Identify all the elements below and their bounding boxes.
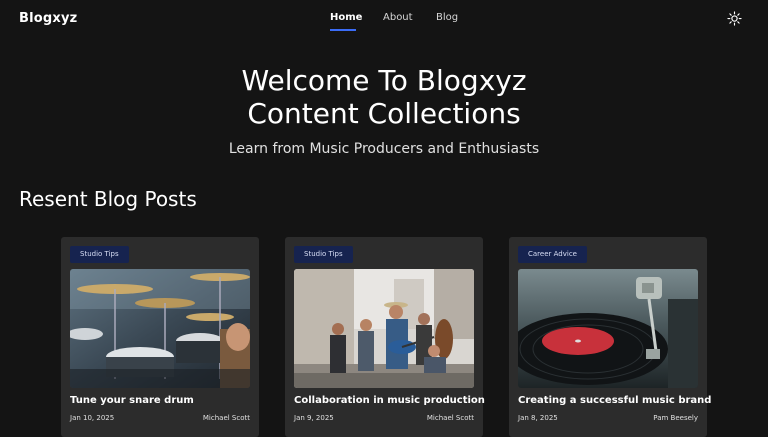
post-author: Pam Beesely [653, 414, 698, 422]
hero-subtitle: Learn from Music Producers and Enthusias… [228, 141, 540, 157]
post-date: Jan 10, 2025 [70, 414, 115, 422]
nav-blog-link[interactable]: Blog [436, 12, 458, 23]
category-badge[interactable]: Career Advice [518, 246, 587, 263]
nav-home-link[interactable]: Home [330, 12, 362, 23]
nav-links: Home About Blog [0, 12, 768, 32]
post-image-drum-kit[interactable] [70, 269, 250, 388]
post-title[interactable]: Collaboration in music production [294, 395, 485, 406]
hero-title: Welcome To Blogxyz Content Collections [0, 64, 768, 130]
post-date: Jan 9, 2025 [294, 414, 334, 422]
blog-post-card[interactable]: Studio Tips [285, 237, 485, 437]
nav-about-link[interactable]: About [383, 12, 413, 23]
post-author: Michael Scott [426, 414, 474, 422]
post-title[interactable]: Creating a successful music brand [518, 395, 711, 406]
post-image-street-band[interactable] [294, 269, 474, 388]
top-navbar: Blogxyz Home About Blog [0, 0, 768, 40]
hero-title-line-1: Welcome To Blogxyz [241, 64, 527, 97]
post-image-vinyl-record[interactable] [518, 269, 698, 388]
active-nav-indicator [330, 29, 356, 31]
blog-post-card[interactable]: Career Advice Creating a successful musi [509, 237, 711, 437]
section-title: Resent Blog Posts [19, 187, 197, 211]
blog-post-card[interactable]: Studio Tips [61, 237, 259, 437]
post-excerpt [518, 431, 698, 437]
category-badge[interactable]: Studio Tips [294, 246, 353, 263]
post-excerpt [70, 431, 250, 437]
post-title[interactable]: Tune your snare drum [70, 395, 194, 406]
post-excerpt [294, 431, 474, 437]
post-date: Jan 8, 2025 [518, 414, 558, 422]
hero-title-line-2: Content Collections [247, 97, 521, 130]
post-author: Michael Scott [202, 414, 250, 422]
category-badge[interactable]: Studio Tips [70, 246, 129, 263]
sun-icon[interactable] [727, 11, 742, 26]
